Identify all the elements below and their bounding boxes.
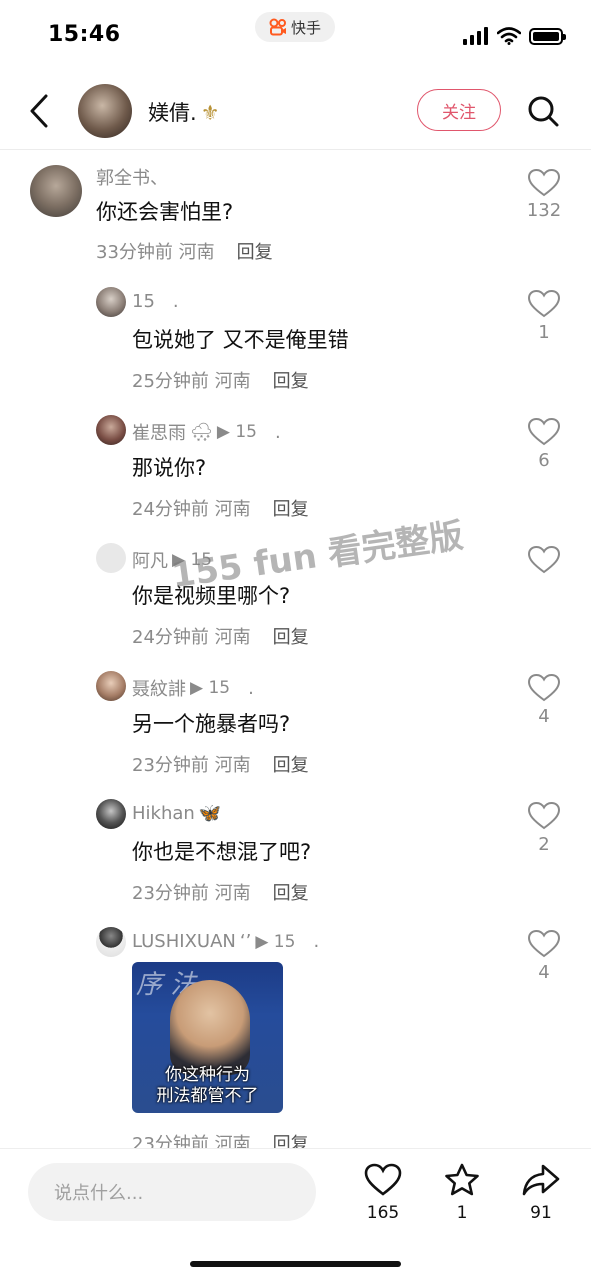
comment-input[interactable]: 说点什么... <box>28 1163 316 1221</box>
reply-item: Hikhan 🦋 你也是不想混了吧? 23分钟前 河南 回复 2 <box>0 792 591 920</box>
comment-author[interactable]: 聂紋誹 ▶ 15. <box>132 675 254 701</box>
heart-icon[interactable] <box>527 673 561 703</box>
comment-item: 郭全书、 你还会害怕里? 33分钟前 河南 回复 132 <box>0 150 591 280</box>
comment-time: 33分钟前 <box>96 242 173 263</box>
comment-author[interactable]: 崔思雨 🌨 ▶ 15. <box>132 419 281 445</box>
reply-button[interactable]: 回复 <box>273 627 309 648</box>
status-bar: 15:46 快手 <box>0 0 591 72</box>
signal-icon <box>463 27 488 45</box>
comment-meta: 24分钟前 河南 回复 <box>132 627 309 648</box>
comment-meta: 33分钟前 河南 回复 <box>96 238 273 264</box>
share-count: 91 <box>530 1203 552 1223</box>
heart-icon[interactable] <box>527 289 561 319</box>
like-action[interactable]: 165 <box>358 1163 408 1223</box>
app-indicator: 快手 <box>255 12 335 42</box>
reply-item: LUSHIXUAN ‘’ ▶ 15. 序 法 你这种行为 刑法都管不了 23分钟前… <box>0 920 591 1148</box>
avatar[interactable] <box>96 671 126 701</box>
header: 媄倩. ⚜ 关注 <box>0 72 591 150</box>
butterfly-icon: 🦋 <box>198 803 222 824</box>
reply-item: 聂紋誹 ▶ 15. 另一个施暴者吗? 23分钟前 河南 回复 4 <box>0 664 591 792</box>
heart-icon[interactable] <box>527 545 561 575</box>
like-count: 2 <box>538 834 550 855</box>
share-icon <box>522 1164 560 1196</box>
author-name[interactable]: 媄倩. ⚜ <box>148 97 220 127</box>
comment-meta: 25分钟前 河南 回复 <box>132 371 309 392</box>
meme-caption: 你这种行为 刑法都管不了 <box>156 1065 259 1106</box>
share-action[interactable]: 91 <box>516 1163 566 1223</box>
bottom-bar: 说点什么... 165 1 91 <box>0 1148 591 1280</box>
status-time: 15:46 <box>48 22 121 47</box>
kuaishou-logo-icon <box>269 18 286 36</box>
back-arrow-icon[interactable] <box>24 92 56 130</box>
wifi-icon <box>497 27 521 45</box>
battery-icon <box>529 27 566 45</box>
search-icon[interactable] <box>526 94 560 128</box>
like-count: 1 <box>538 322 550 343</box>
home-indicator[interactable] <box>190 1261 401 1267</box>
comment-author[interactable]: 郭全书、 <box>96 164 168 190</box>
comment-author[interactable]: LUSHIXUAN ‘’ ▶ 15. <box>132 931 319 952</box>
comment-meta: 23分钟前 河南 回复 <box>132 883 309 904</box>
comment-text: 你还会害怕里? <box>96 200 234 224</box>
heart-icon[interactable] <box>527 417 561 447</box>
comment-meta: 24分钟前 河南 回复 <box>132 499 309 520</box>
comment-text: 另一个施暴者吗? <box>132 712 291 736</box>
comment-meta: 23分钟前 河南 回复 <box>132 755 309 776</box>
status-icons <box>463 27 566 45</box>
heart-icon[interactable] <box>527 801 561 831</box>
follow-button[interactable]: 关注 <box>417 89 501 131</box>
reply-item: 15. 包说她了 又不是俺里错 25分钟前 河南 回复 1 <box>0 280 591 408</box>
comment-text: 那说你? <box>132 456 207 480</box>
avatar[interactable] <box>96 543 126 573</box>
reply-button[interactable]: 回复 <box>237 242 273 263</box>
avatar[interactable] <box>96 287 126 317</box>
reply-button[interactable]: 回复 <box>273 755 309 776</box>
avatar[interactable] <box>96 799 126 829</box>
avatar[interactable] <box>96 927 126 957</box>
author-name-text: 媄倩. <box>148 101 197 125</box>
comment-location: 河南 <box>178 242 215 263</box>
comment-tag: ▶ 15 <box>190 678 231 698</box>
meme-image[interactable]: 序 法 你这种行为 刑法都管不了 <box>132 962 283 1113</box>
like-count: 132 <box>526 200 562 221</box>
reply-button[interactable]: 回复 <box>273 499 309 520</box>
avatar[interactable] <box>96 415 126 445</box>
comment-author[interactable]: 15. <box>132 291 179 312</box>
meme-person <box>170 980 250 1075</box>
star-icon <box>445 1163 479 1196</box>
favorite-action[interactable]: 1 <box>437 1163 487 1223</box>
heart-icon[interactable] <box>527 929 561 959</box>
reply-button[interactable]: 回复 <box>273 371 309 392</box>
heart-icon <box>364 1163 402 1196</box>
like-count: 4 <box>538 962 550 983</box>
like-count: 6 <box>538 450 550 471</box>
like-count: 165 <box>366 1203 400 1223</box>
heart-icon[interactable] <box>527 168 561 198</box>
comment-tag: ▶ 15 <box>255 931 296 952</box>
favorite-count: 1 <box>456 1203 468 1223</box>
reply-item: 崔思雨 🌨 ▶ 15. 那说你? 24分钟前 河南 回复 6 <box>0 408 591 536</box>
app-name: 快手 <box>290 18 321 37</box>
comment-tag: ▶ 15 <box>216 422 257 442</box>
avatar[interactable] <box>30 165 82 217</box>
reply-button[interactable]: 回复 <box>273 883 309 904</box>
snow-cloud-icon: 🌨 <box>190 421 213 443</box>
like-count: 4 <box>538 706 550 727</box>
comment-meta: 23分钟前 河南 回复 <box>132 1130 309 1148</box>
reply-button[interactable]: 回复 <box>273 1134 309 1148</box>
comment-text: 你也是不想混了吧? <box>132 840 312 864</box>
author-avatar[interactable] <box>78 84 132 138</box>
comment-author[interactable]: Hikhan 🦋 <box>132 803 221 824</box>
comment-text: 包说她了 又不是俺里错 <box>132 328 349 352</box>
fleur-de-lis-icon: ⚜ <box>200 101 220 125</box>
